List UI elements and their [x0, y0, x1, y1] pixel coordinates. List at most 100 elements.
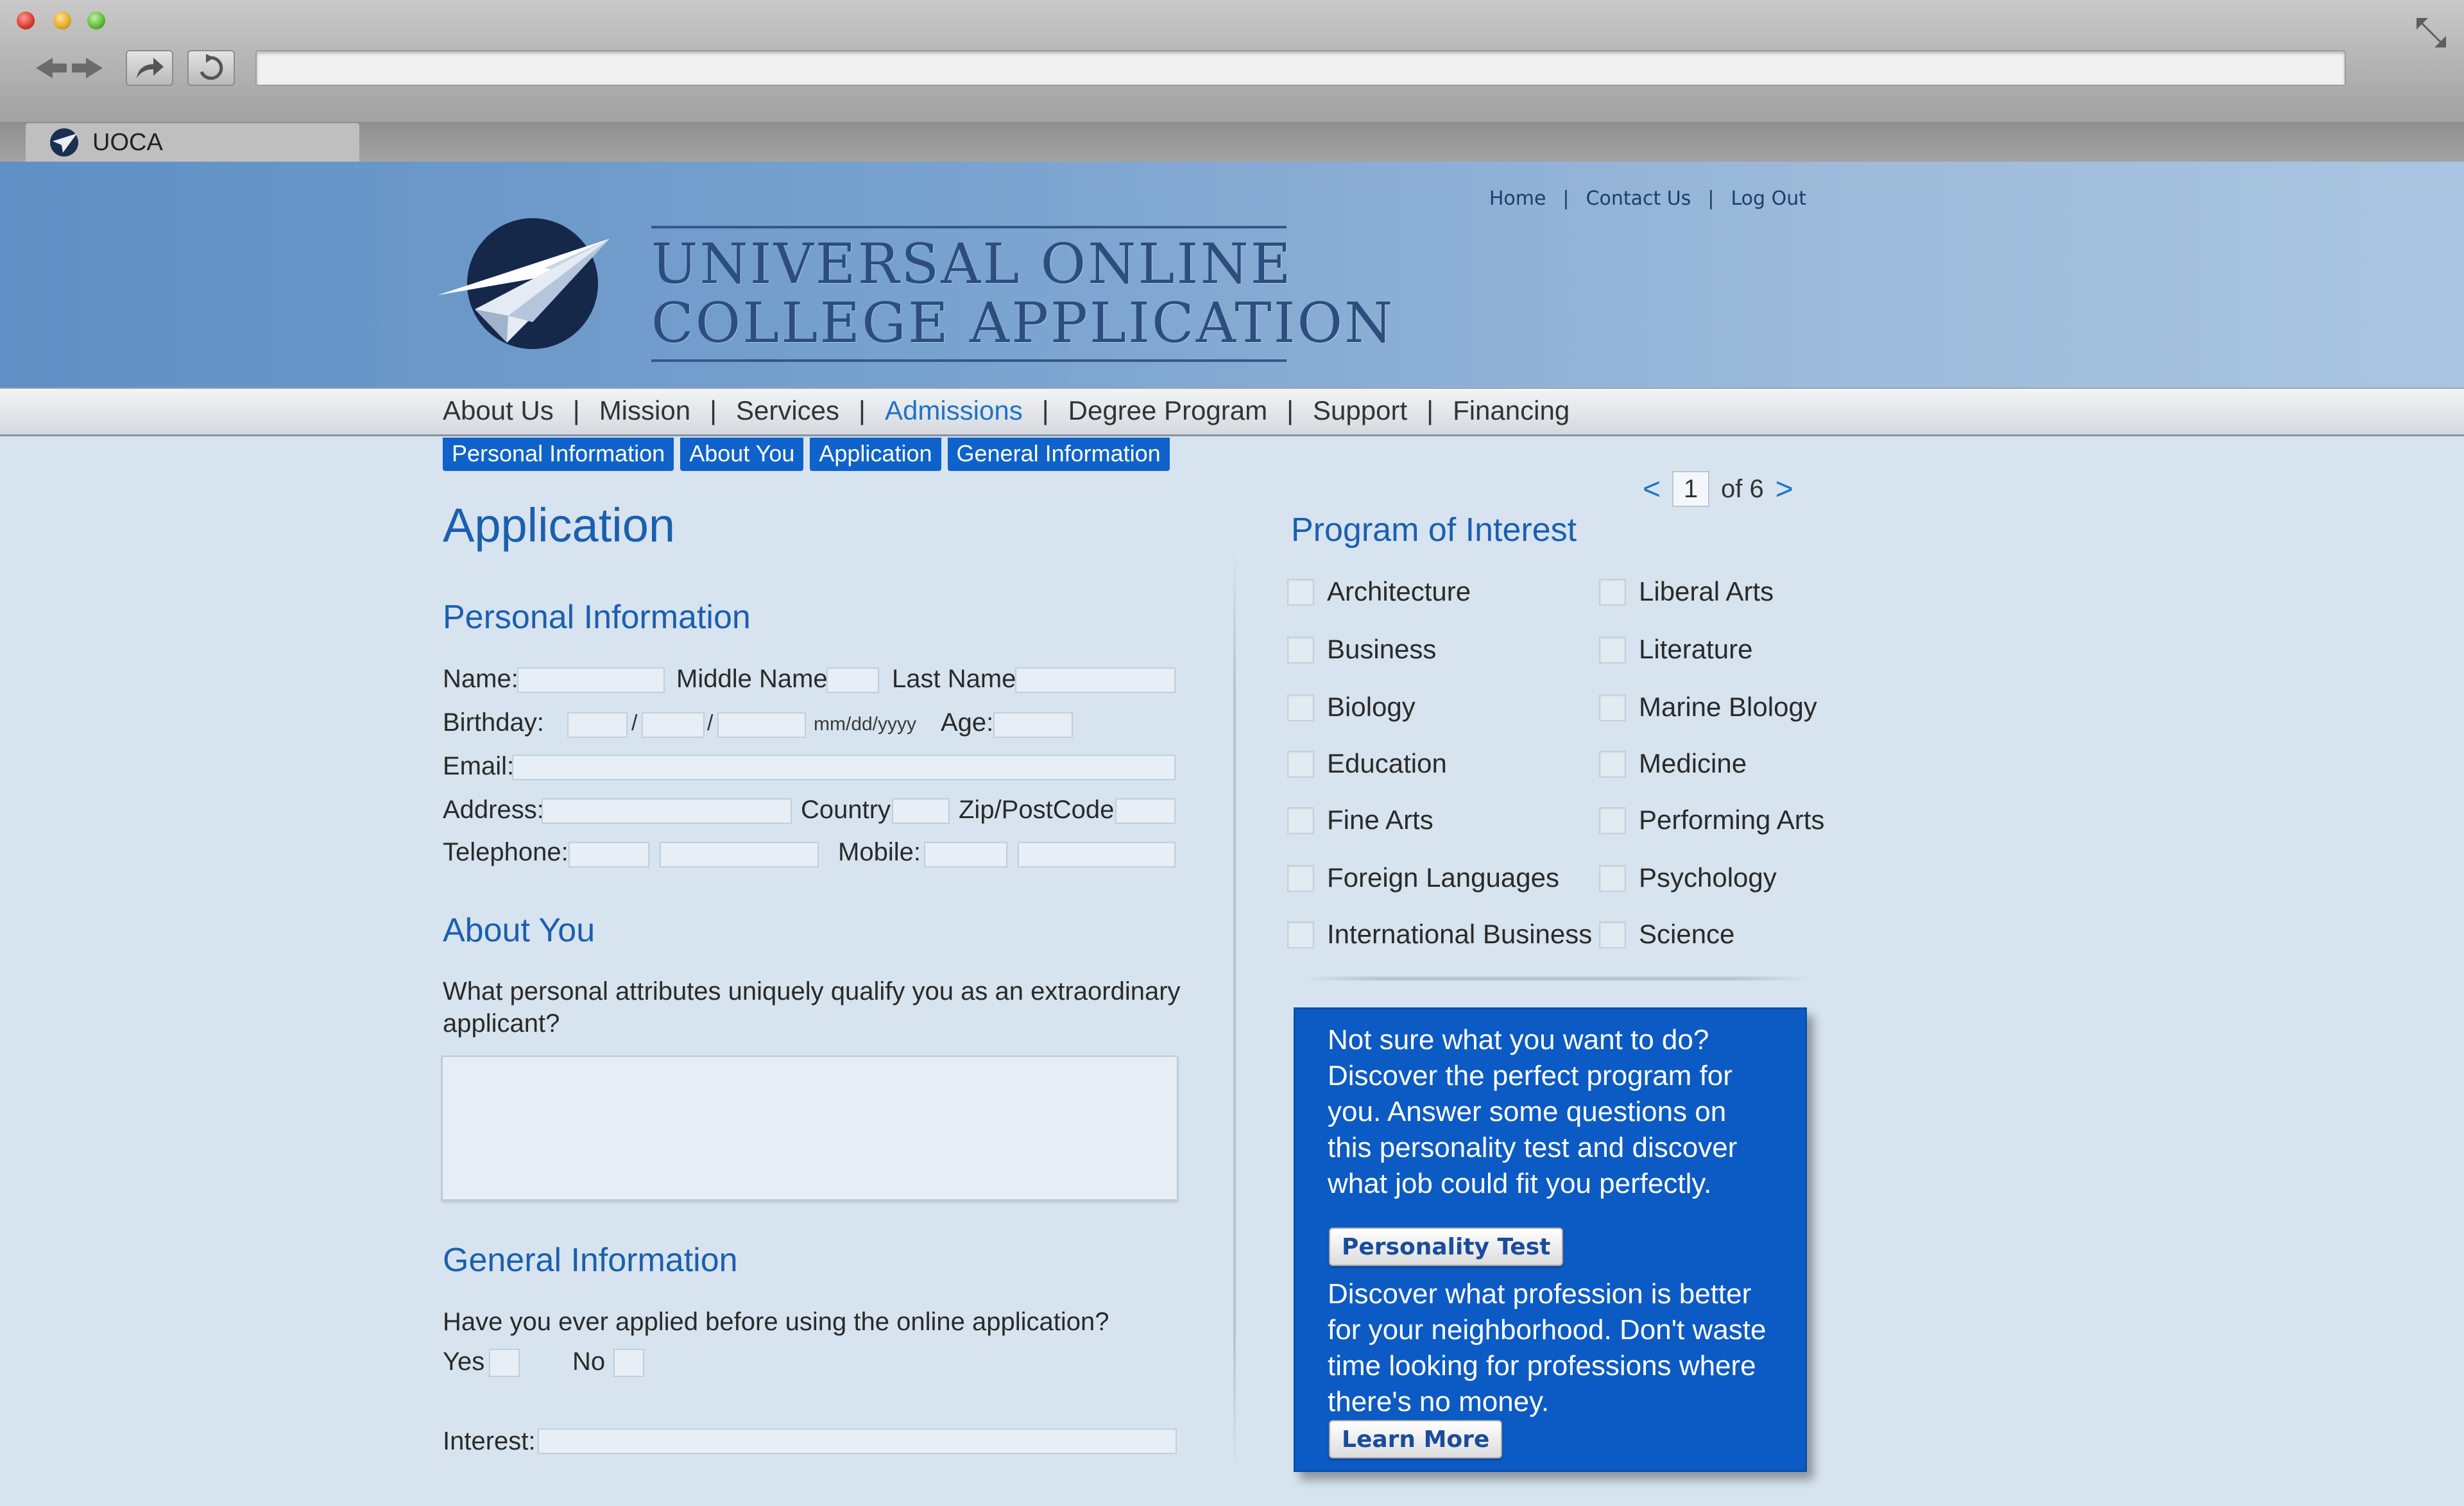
page-count-label: of 6 — [1721, 474, 1764, 503]
telephone-area-field[interactable] — [569, 842, 649, 868]
nav-separator: | — [710, 395, 717, 425]
biology-checkbox[interactable] — [1287, 694, 1314, 721]
no-checkbox[interactable] — [613, 1349, 644, 1377]
marine-biology-checkbox[interactable] — [1599, 694, 1626, 721]
personality-test-button[interactable]: Personality Test — [1329, 1228, 1564, 1266]
age-label: Age: — [941, 708, 994, 737]
nav-separator: | — [572, 395, 580, 425]
contact-us-link[interactable]: Contact Us — [1586, 187, 1691, 210]
share-arrow-icon — [137, 58, 164, 78]
medicine-checkbox[interactable] — [1599, 751, 1626, 778]
nav-mission[interactable]: Mission — [599, 395, 690, 426]
tab-strip — [0, 122, 2464, 162]
education-checkbox[interactable] — [1287, 751, 1314, 778]
foreign-languages-label: Foreign Languages — [1327, 862, 1559, 893]
country-label: Country: — [801, 796, 898, 824]
logo-line-1: UNIVERSAL ONLINE — [651, 232, 1293, 296]
middle-name-field[interactable] — [826, 667, 879, 693]
telephone-label: Telephone: — [443, 838, 569, 866]
architecture-checkbox[interactable] — [1287, 579, 1314, 606]
date-separator: / — [631, 711, 638, 735]
main-navigation: About Us | Mission | Services | Admissio… — [0, 388, 2464, 436]
site-header: Home | Contact Us | Log Out UNIVERSAL ON… — [0, 162, 2464, 388]
close-window-icon[interactable] — [17, 12, 35, 30]
international-business-checkbox[interactable] — [1287, 921, 1314, 948]
subtab-general-information[interactable]: General Information — [947, 438, 1170, 471]
performing-arts-label: Performing Arts — [1639, 805, 1825, 835]
about-you-textarea[interactable] — [441, 1056, 1178, 1201]
subtab-about-you[interactable]: About You — [680, 438, 804, 471]
site-logo-text[interactable]: UNIVERSAL ONLINE COLLEGE APPLICATION — [651, 226, 1392, 362]
fine-arts-checkbox[interactable] — [1287, 807, 1314, 834]
next-page-button[interactable]: > — [1775, 472, 1793, 507]
back-forward-control[interactable] — [36, 55, 105, 81]
last-name-label: Last Name: — [892, 665, 1023, 693]
maximize-window-icon[interactable] — [87, 12, 105, 30]
share-button[interactable] — [126, 50, 173, 86]
telephone-number-field[interactable] — [660, 842, 819, 868]
link-separator: | — [1562, 187, 1570, 210]
country-field[interactable] — [892, 798, 950, 824]
address-bar[interactable] — [255, 50, 2346, 86]
psychology-checkbox[interactable] — [1599, 865, 1626, 892]
biology-label: Biology — [1327, 692, 1416, 722]
pagination: < 1 of 6 > — [1643, 471, 1793, 507]
birth-month-field[interactable] — [567, 712, 628, 738]
general-information-heading: General Information — [443, 1242, 738, 1279]
middle-name-label: Middle Name: — [676, 665, 835, 693]
mobile-number-field[interactable] — [1018, 842, 1176, 868]
nav-financing[interactable]: Financing — [1453, 395, 1570, 426]
column-divider — [1233, 552, 1236, 1469]
promo-profession-text: Discover what profession is better for y… — [1328, 1278, 1767, 1417]
learn-more-button[interactable]: Learn More — [1329, 1420, 1503, 1459]
medicine-label: Medicine — [1639, 748, 1747, 778]
reload-icon — [200, 54, 223, 80]
log-out-link[interactable]: Log Out — [1731, 187, 1806, 210]
forward-arrow-icon[interactable] — [71, 55, 103, 81]
literature-label: Literature — [1639, 634, 1753, 664]
email-field[interactable] — [512, 755, 1176, 780]
mobile-area-field[interactable] — [924, 842, 1007, 868]
zip-postcode-field[interactable] — [1115, 798, 1176, 824]
no-label: No — [572, 1348, 606, 1376]
paper-plane-logo-icon — [438, 218, 610, 349]
performing-arts-checkbox[interactable] — [1599, 807, 1626, 834]
nav-separator: | — [859, 395, 866, 425]
name-label: Name: — [443, 665, 518, 693]
prev-page-button[interactable]: < — [1643, 472, 1661, 507]
interest-field[interactable] — [538, 1428, 1177, 1454]
birth-year-field[interactable] — [717, 712, 806, 738]
yes-checkbox[interactable] — [489, 1349, 520, 1377]
international-business-label: International Business — [1327, 919, 1593, 949]
foreign-languages-checkbox[interactable] — [1287, 865, 1314, 892]
reload-button[interactable] — [187, 50, 235, 86]
resize-icon[interactable] — [2414, 15, 2449, 50]
address-field[interactable] — [542, 798, 792, 824]
nav-about-us[interactable]: About Us — [443, 395, 554, 426]
nav-separator: | — [1426, 395, 1434, 425]
liberal-arts-checkbox[interactable] — [1599, 579, 1626, 606]
sub-tabs: Personal Information About You Applicati… — [443, 438, 1170, 471]
back-arrow-icon[interactable] — [36, 55, 68, 81]
fine-arts-label: Fine Arts — [1327, 805, 1433, 835]
subtab-personal-information[interactable]: Personal Information — [443, 438, 674, 471]
nav-degree-program[interactable]: Degree Program — [1068, 395, 1267, 426]
science-checkbox[interactable] — [1599, 921, 1626, 948]
current-page-input[interactable]: 1 — [1672, 471, 1710, 507]
minimize-window-icon[interactable] — [53, 12, 71, 30]
browser-tab[interactable]: UOCA — [26, 123, 359, 162]
liberal-arts-label: Liberal Arts — [1639, 576, 1774, 606]
promo-personality-text: Not sure what you want to do? Discover t… — [1328, 1024, 1738, 1199]
age-field[interactable] — [993, 712, 1073, 738]
nav-support[interactable]: Support — [1313, 395, 1407, 426]
business-checkbox[interactable] — [1287, 637, 1314, 663]
last-name-field[interactable] — [1015, 667, 1176, 693]
first-name-field[interactable] — [517, 667, 665, 693]
nav-services[interactable]: Services — [736, 395, 839, 426]
literature-checkbox[interactable] — [1599, 637, 1626, 663]
birth-day-field[interactable] — [642, 712, 705, 738]
home-link[interactable]: Home — [1489, 187, 1546, 210]
nav-admissions[interactable]: Admissions — [885, 395, 1023, 426]
subtab-application[interactable]: Application — [810, 438, 941, 471]
main-nav-items: About Us | Mission | Services | Admissio… — [443, 395, 1570, 426]
